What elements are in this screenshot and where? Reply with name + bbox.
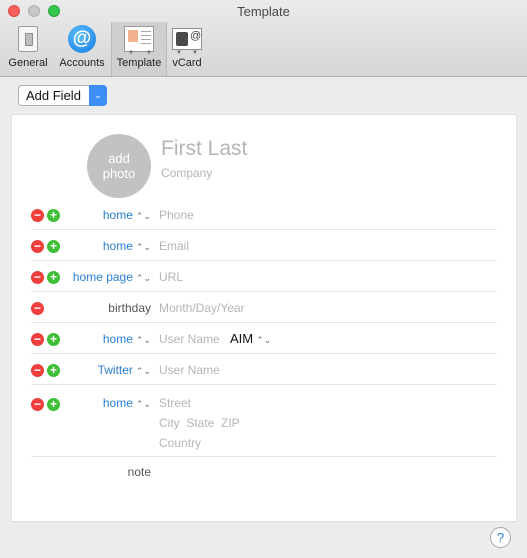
remove-field-button[interactable]: − [31,240,44,253]
field-label-text: birthday [108,301,151,315]
window-title: Template [237,4,290,19]
add-field-button[interactable]: + [47,398,60,411]
template-window: Template General @ Accounts ▼ ▼ Template… [0,0,527,558]
field-label-text: note [127,465,151,479]
city-state-zip-field[interactable]: City State ZIP [159,416,240,430]
remove-field-button[interactable]: − [31,271,44,284]
field-label-text: home [102,208,133,222]
contact-template-card: add photo First Last Company − + home ⌃⌄ … [11,114,517,522]
remove-field-button[interactable]: − [31,302,44,315]
vcard-icon: @ [172,28,202,50]
add-field-button[interactable]: + [47,209,60,222]
field-label-text: Twitter [97,363,133,377]
birthday-field[interactable]: Month/Day/Year [159,301,245,315]
im-username-field[interactable]: User Name [159,332,220,346]
remove-field-button[interactable]: − [31,398,44,411]
add-field-button[interactable]: + [47,333,60,346]
toolbar-label-general: General [8,57,48,69]
help-button[interactable]: ? [490,527,511,548]
chevron-down-icon: ▼ [192,50,198,56]
birthday-row: − birthday Month/Day/Year [31,296,497,323]
instant-message-row: − + home ⌃⌄ User Name AIM ⌃⌄ [31,327,497,354]
phone-field[interactable]: Phone [159,208,194,222]
add-photo-label: photo [102,166,136,181]
chevron-down-icon: ▼ [128,50,134,56]
up-down-chevron-icon: ⌃⌄ [135,399,151,409]
add-field-button[interactable]: + [47,240,60,253]
add-field-label: Add Field [26,88,81,103]
toolbar-item-general[interactable]: General [4,22,52,76]
toolbar-item-vcard[interactable]: @ ▼ ▼ vCard [168,22,206,76]
add-field-popup-button[interactable]: Add Field ⌄ [18,85,107,106]
toolbar-item-template[interactable]: ▼ ▼ Template [111,22,167,76]
chevron-down-icon: ▼ [146,50,152,56]
note-row: note [31,458,497,488]
general-switch-icon [18,26,38,52]
add-field-button[interactable]: + [47,364,60,377]
remove-field-button[interactable]: − [31,209,44,222]
chevron-down-icon: ⌄ [89,85,107,106]
field-label-popup[interactable]: home ⌃⌄ [103,396,151,410]
remove-field-button[interactable]: − [31,364,44,377]
field-label-text: home [102,332,133,346]
vcard-at-glyph: @ [190,30,202,42]
add-field-button[interactable]: + [47,271,60,284]
up-down-chevron-icon: ⌃⌄ [135,211,151,221]
email-field[interactable]: Email [159,239,189,253]
im-service-popup[interactable]: AIM ⌃⌄ [230,331,271,346]
field-label-popup[interactable]: home page ⌃⌄ [73,270,151,284]
field-label-popup[interactable]: Twitter ⌃⌄ [98,363,151,377]
up-down-chevron-icon: ⌃⌄ [135,335,151,345]
social-username-field[interactable]: User Name [159,363,220,377]
phone-row: − + home ⌃⌄ Phone [31,203,497,230]
address-row: − + home ⌃⌄ Street City State ZIP Country [31,389,497,457]
country-field[interactable]: Country [159,436,201,450]
up-down-chevron-icon: ⌃⌄ [256,335,272,345]
field-label-popup[interactable]: home ⌃⌄ [103,332,151,346]
up-down-chevron-icon: ⌃⌄ [135,366,151,376]
company-field[interactable]: Company [161,166,212,180]
field-label-text: home page [72,270,133,284]
name-field[interactable]: First Last [161,137,247,161]
social-profile-row: − + Twitter ⌃⌄ User Name [31,358,497,385]
toolbar-label-template: Template [116,57,162,69]
email-row: − + home ⌃⌄ Email [31,234,497,261]
remove-field-button[interactable]: − [31,333,44,346]
url-field[interactable]: URL [159,270,183,284]
add-photo-button[interactable]: add photo [87,134,151,198]
template-card-icon [124,26,154,52]
street-field[interactable]: Street [159,396,191,410]
at-sign-icon: @ [68,25,96,53]
field-label-popup[interactable]: home ⌃⌄ [103,239,151,253]
up-down-chevron-icon: ⌃⌄ [135,273,151,283]
url-row: − + home page ⌃⌄ URL [31,265,497,292]
field-label-popup[interactable]: home ⌃⌄ [103,208,151,222]
add-photo-label: add [108,151,130,166]
im-service-text: AIM [230,331,254,346]
toolbar-label-vcard: vCard [172,57,202,69]
toolbar-label-accounts: Accounts [59,57,105,69]
toolbar-item-accounts[interactable]: @ Accounts [54,22,110,76]
up-down-chevron-icon: ⌃⌄ [135,242,151,252]
field-label-text: home [102,239,133,253]
field-label-text: home [102,396,133,410]
title-bar: Template General @ Accounts ▼ ▼ Template… [0,0,527,77]
chevron-down-icon: ▼ [176,50,182,56]
